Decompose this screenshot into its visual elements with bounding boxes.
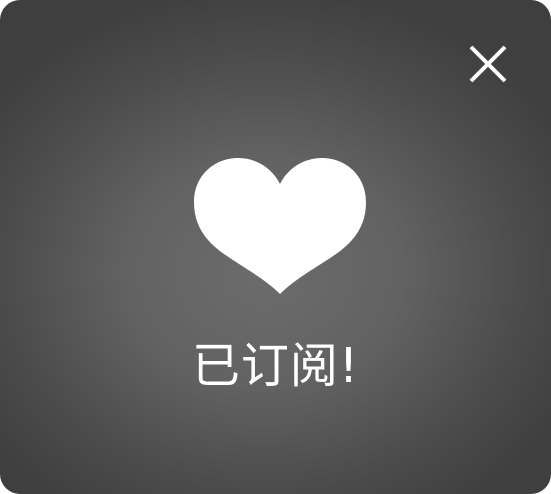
subscribed-message: 已订阅!: [191, 338, 360, 394]
close-icon: [469, 45, 507, 83]
heart-icon: [192, 156, 368, 298]
close-button[interactable]: [466, 42, 510, 86]
subscribed-dialog: 已订阅!: [0, 0, 551, 494]
